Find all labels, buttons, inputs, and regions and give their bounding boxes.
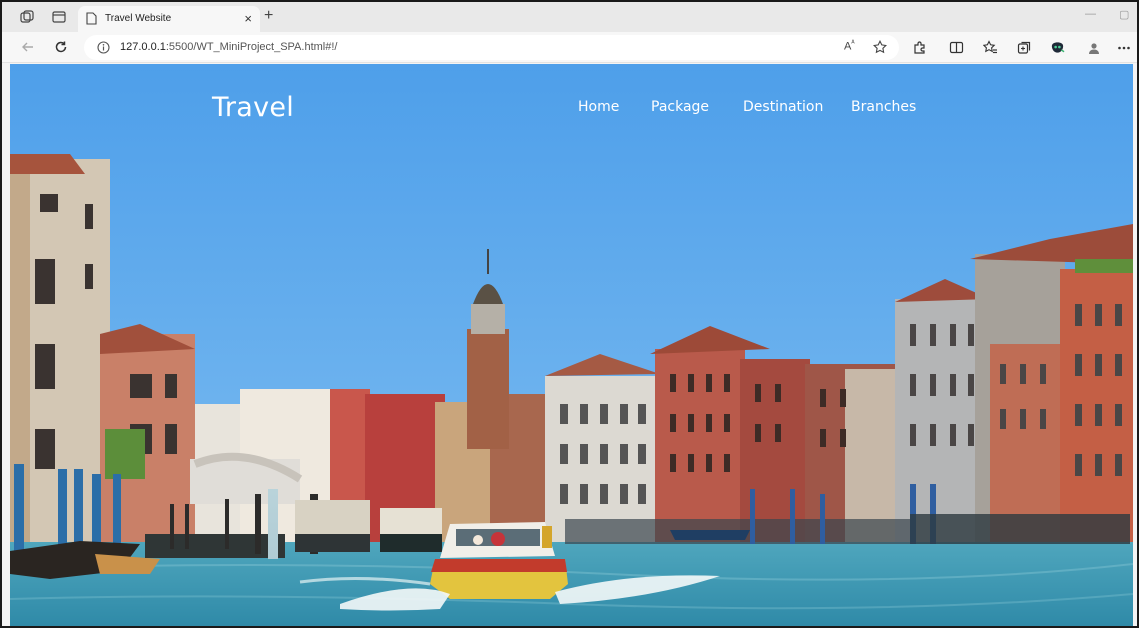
workspaces-icon[interactable]: [52, 10, 66, 24]
split-screen-icon[interactable]: [949, 40, 964, 55]
star-icon[interactable]: [873, 39, 887, 59]
hero-image: [10, 64, 1133, 626]
active-tab[interactable]: Travel Website ×: [78, 6, 260, 32]
new-tab-button[interactable]: +: [264, 7, 273, 25]
copilot-icon[interactable]: [1050, 40, 1065, 55]
close-tab-icon[interactable]: ×: [244, 11, 252, 26]
page-icon: [86, 12, 97, 30]
extensions-icon[interactable]: [912, 40, 927, 55]
tab-title: Travel Website: [105, 13, 172, 24]
nav-destination[interactable]: Destination: [743, 99, 823, 115]
browser-toolbar: 127.0.0.1:5500/WT_MiniProject_SPA.html#!…: [2, 32, 1137, 63]
nav-branches[interactable]: Branches: [851, 99, 916, 115]
address-bar[interactable]: 127.0.0.1:5500/WT_MiniProject_SPA.html#!…: [84, 35, 899, 60]
more-icon[interactable]: [1116, 40, 1131, 55]
site-logo[interactable]: Travel: [212, 92, 294, 123]
maximize-icon[interactable]: ▢: [1119, 8, 1129, 21]
tab-strip: Travel Website × + — ▢: [2, 2, 1137, 32]
browser-window: Travel Website × + — ▢ 127.0.0.1:5500/WT…: [0, 0, 1139, 628]
refresh-icon[interactable]: [53, 39, 69, 55]
url-text: 127.0.0.1:5500/WT_MiniProject_SPA.html#!…: [120, 41, 337, 53]
favorites-icon[interactable]: [983, 40, 998, 55]
url-path: :5500/WT_MiniProject_SPA.html#!/: [165, 41, 338, 53]
nav-home[interactable]: Home: [578, 99, 619, 115]
page-viewport: Travel Home Package Destination Branches: [10, 64, 1133, 626]
collections-icon[interactable]: [1017, 40, 1032, 55]
minimize-icon[interactable]: —: [1085, 8, 1096, 20]
profile-icon[interactable]: [1086, 40, 1101, 55]
back-arrow-icon[interactable]: [20, 39, 36, 55]
tab-actions-icon[interactable]: [20, 10, 34, 24]
nav-package[interactable]: Package: [651, 99, 709, 115]
url-host: 127.0.0.1: [120, 41, 166, 53]
read-aloud-icon[interactable]: Aᴬ: [844, 40, 855, 53]
info-icon[interactable]: [97, 41, 110, 59]
